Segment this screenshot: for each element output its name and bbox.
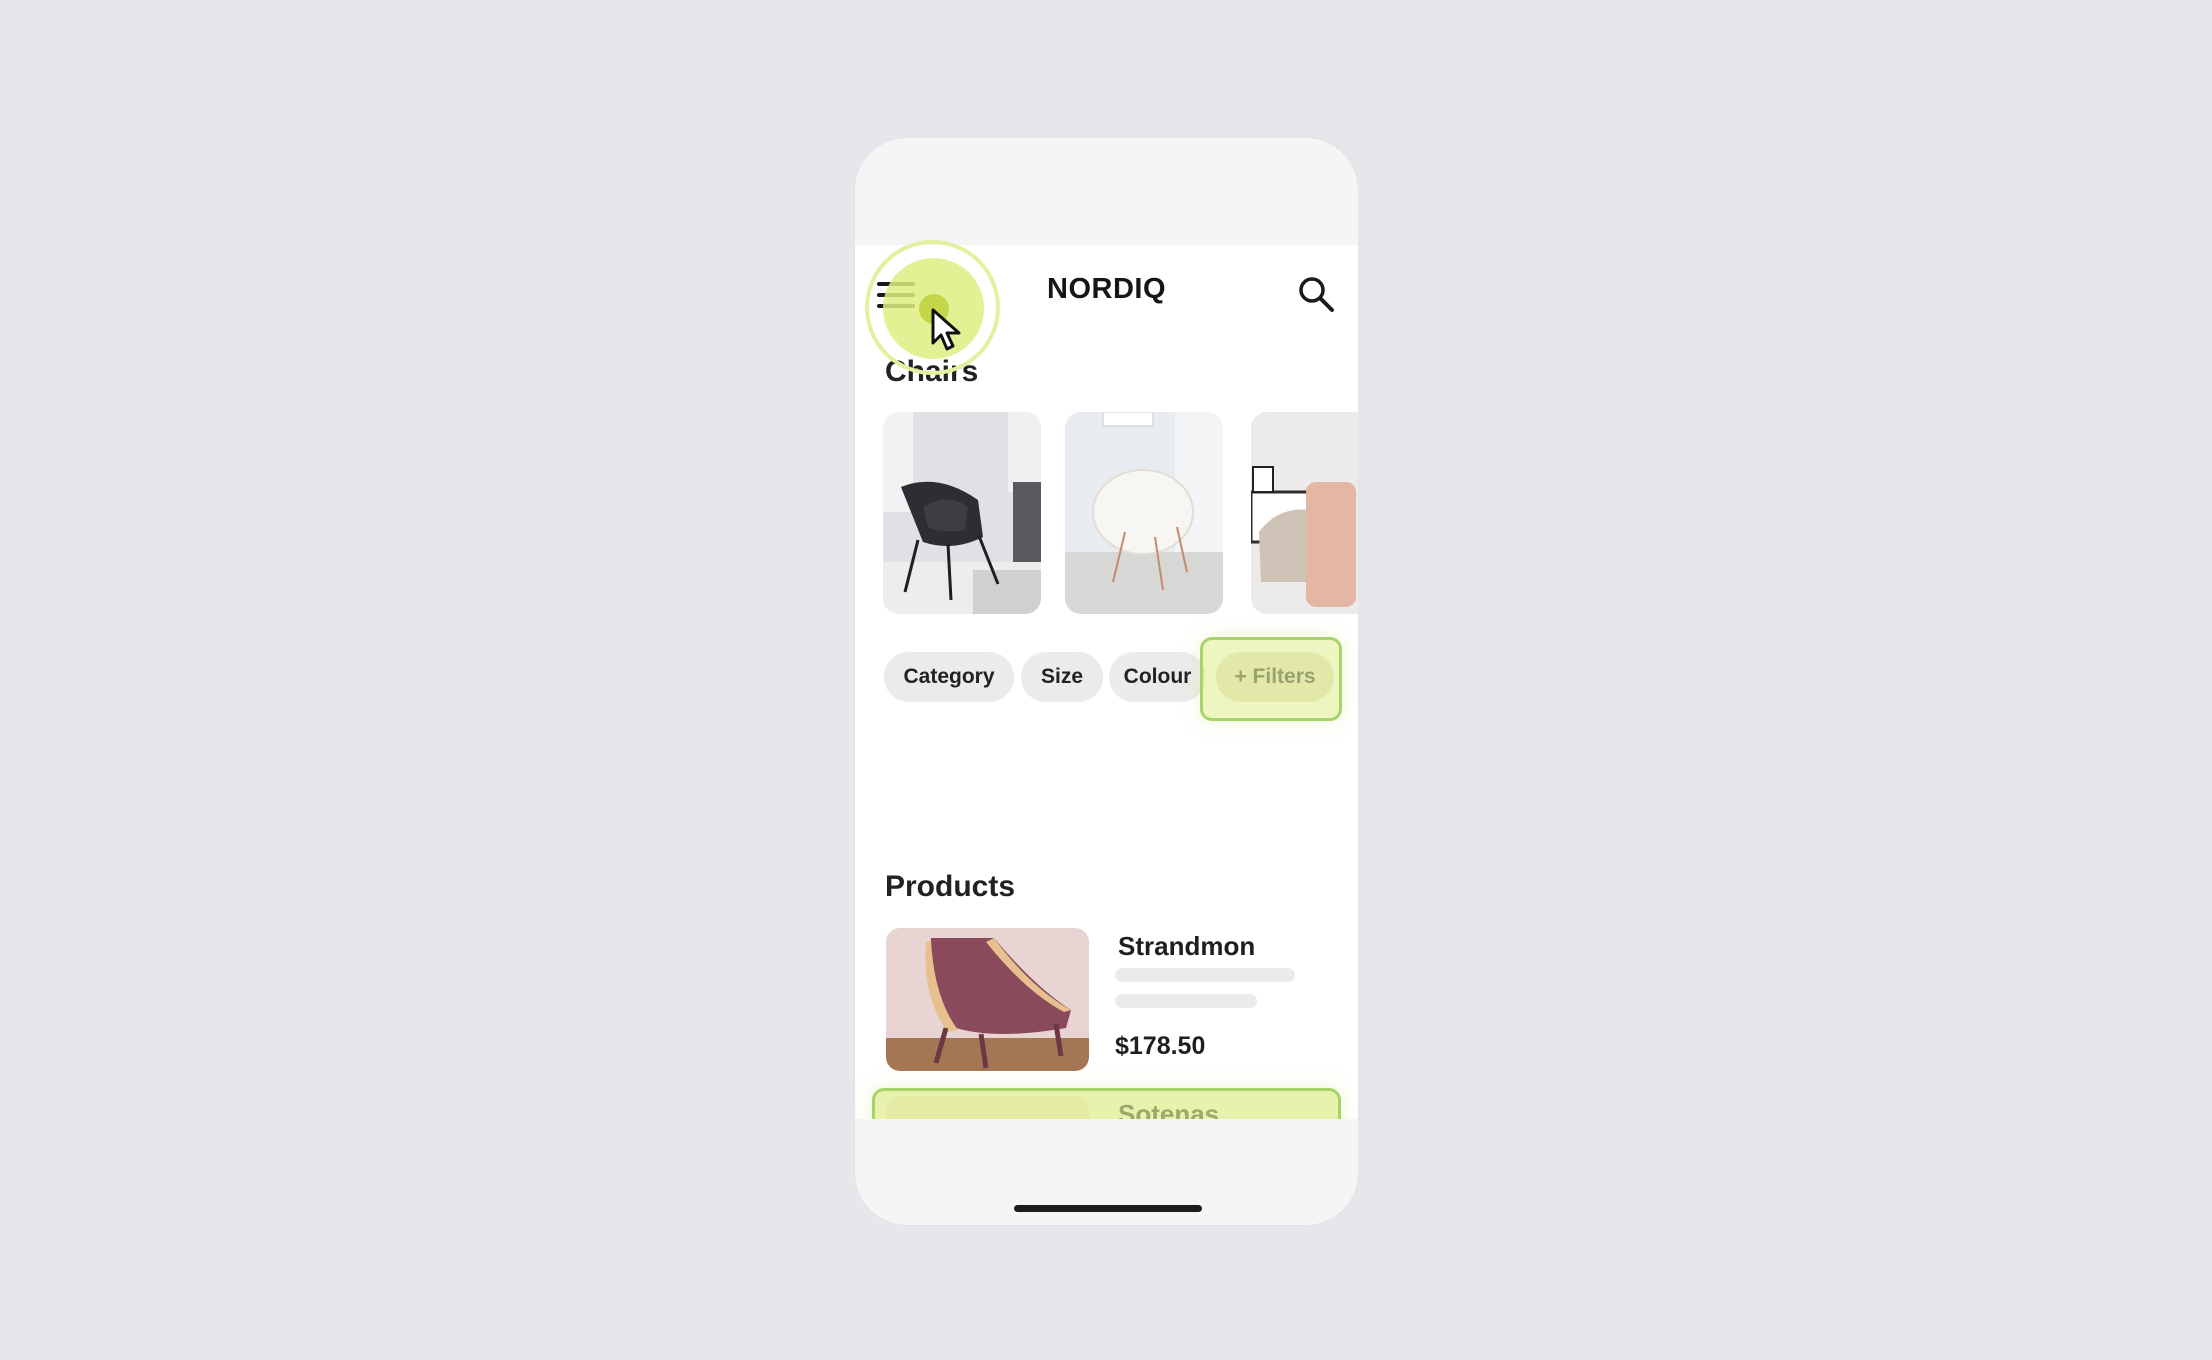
category-filter-chip[interactable]: Category [884,652,1014,702]
product-image [886,1096,1089,1119]
more-filters-chip[interactable]: + Filters [1216,652,1334,702]
description-placeholder-line [1115,968,1295,982]
products-heading: Products [885,870,1016,903]
home-indicator[interactable] [1014,1205,1202,1212]
white-string-chair-image [1065,412,1223,614]
product-item-strandmon[interactable]: Strandmon $178.50 [886,928,1346,1073]
product-item-sotenas[interactable]: Sotenas $84.99 [886,1096,1346,1119]
phone-frame: NORDIQ Chairs Category Size Colour + Fil… [855,138,1358,1225]
beige-armchair-image [1251,412,1358,614]
product-price: $178.50 [1115,1032,1206,1060]
chair-thumbnail-3[interactable] [1251,412,1358,614]
chairs-carousel[interactable] [883,412,1358,615]
chair-thumbnail-1[interactable] [883,412,1041,614]
mouse-cursor-icon [931,308,961,351]
chair-thumbnail-2[interactable] [1065,412,1223,614]
black-armchair-image [883,412,1041,614]
search-icon[interactable] [1296,274,1336,314]
app-screen: NORDIQ Chairs Category Size Colour + Fil… [855,245,1358,1119]
yellow-armchair-image [886,1096,1089,1119]
colour-filter-chip[interactable]: Colour [1109,652,1206,702]
product-name: Strandmon [1118,931,1256,961]
product-image [886,928,1089,1071]
pink-lounge-chair-image [886,928,1089,1071]
size-filter-chip[interactable]: Size [1021,652,1103,702]
description-placeholder-line [1115,994,1257,1008]
product-name: Sotenas [1118,1099,1220,1119]
